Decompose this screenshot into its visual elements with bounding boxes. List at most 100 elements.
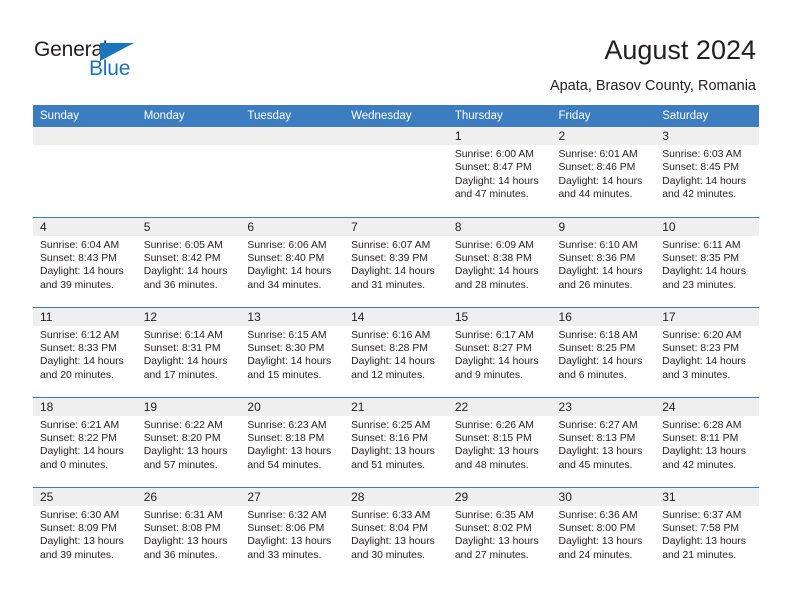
day-detail-line: Sunrise: 6:22 AM bbox=[143, 419, 223, 431]
calendar-day-cell[interactable]: 12 Sunrise: 6:14 AM Sunset: 8:31 PM Dayligh… bbox=[136, 306, 241, 397]
calendar-day-cell[interactable]: 13 Sunrise: 6:15 AM Sunset: 8:30 PM Dayligh… bbox=[240, 306, 345, 397]
day-number: 20 bbox=[240, 397, 345, 416]
day-detail-line: Daylight: 13 hours bbox=[40, 536, 124, 548]
day-detail-line: Sunset: 8:39 PM bbox=[351, 252, 428, 264]
day-detail-line: Sunset: 8:16 PM bbox=[351, 432, 428, 444]
calendar-day-cell[interactable]: 21 Sunrise: 6:25 AM Sunset: 8:16 PM Dayligh… bbox=[344, 396, 448, 487]
calendar-day-cell[interactable]: 31 Sunrise: 6:37 AM Sunset: 7:58 PM Dayligh… bbox=[655, 486, 759, 577]
day-detail-line: and 27 minutes. bbox=[454, 549, 529, 561]
day-detail-line: and 15 minutes. bbox=[247, 369, 322, 381]
calendar-day-cell[interactable]: 25 Sunrise: 6:30 AM Sunset: 8:09 PM Dayligh… bbox=[33, 486, 137, 577]
day-detail-line: Daylight: 14 hours bbox=[662, 356, 746, 368]
day-detail-line: Sunrise: 6:32 AM bbox=[247, 509, 327, 521]
calendar-day-cell[interactable]: 16 Sunrise: 6:18 AM Sunset: 8:25 PM Dayligh… bbox=[551, 306, 656, 397]
calendar-day-cell[interactable]: 7 Sunrise: 6:07 AM Sunset: 8:39 PM Daylight… bbox=[344, 216, 448, 307]
day-details: Sunrise: 6:23 AM Sunset: 8:18 PM Daylight:… bbox=[240, 416, 344, 473]
day-number bbox=[33, 127, 137, 145]
calendar-day-cell[interactable]: 27 Sunrise: 6:32 AM Sunset: 8:06 PM Dayligh… bbox=[240, 486, 345, 577]
day-details: Sunrise: 6:11 AM Sunset: 8:35 PM Daylight:… bbox=[655, 236, 759, 293]
day-number: 18 bbox=[33, 397, 137, 416]
calendar-body: 1 Sunrise: 6:00 AM Sunset: 8:47 PM Daylight… bbox=[33, 127, 759, 577]
day-number: 15 bbox=[447, 307, 552, 326]
calendar-week-row: 4 Sunrise: 6:04 AM Sunset: 8:43 PM Daylight… bbox=[33, 216, 759, 307]
day-number bbox=[136, 127, 241, 145]
day-detail-line: Sunset: 8:47 PM bbox=[454, 162, 532, 174]
calendar-day-cell[interactable]: 22 Sunrise: 6:26 AM Sunset: 8:15 PM Dayligh… bbox=[447, 396, 552, 487]
day-number: 30 bbox=[551, 487, 656, 506]
calendar-day-cell[interactable]: 14 Sunrise: 6:16 AM Sunset: 8:28 PM Dayligh… bbox=[344, 306, 448, 397]
calendar-day-cell[interactable]: 28 Sunrise: 6:33 AM Sunset: 8:04 PM Dayligh… bbox=[344, 486, 448, 577]
calendar-day-cell[interactable]: 29 Sunrise: 6:35 AM Sunset: 8:02 PM Dayligh… bbox=[447, 486, 552, 577]
calendar-day-cell[interactable]: 19 Sunrise: 6:22 AM Sunset: 8:20 PM Dayligh… bbox=[136, 396, 241, 487]
calendar-day-cell[interactable]: 18 Sunrise: 6:21 AM Sunset: 8:22 PM Dayligh… bbox=[33, 396, 137, 487]
page-header: General Blue August 2024 Apata, Brasov C… bbox=[0, 0, 792, 100]
day-detail-line: and 57 minutes. bbox=[143, 459, 218, 471]
day-detail-line: Daylight: 14 hours bbox=[40, 266, 124, 278]
calendar-day-cell[interactable]: 6 Sunrise: 6:06 AM Sunset: 8:40 PM Daylight… bbox=[240, 216, 345, 307]
calendar-day-cell[interactable]: 17 Sunrise: 6:20 AM Sunset: 8:23 PM Dayligh… bbox=[655, 306, 759, 397]
day-detail-line: and 6 minutes. bbox=[558, 369, 627, 381]
day-detail-line: Sunrise: 6:04 AM bbox=[40, 239, 120, 251]
day-number: 4 bbox=[33, 217, 137, 236]
day-detail-line: and 47 minutes. bbox=[454, 189, 529, 201]
day-number: 7 bbox=[344, 217, 448, 236]
day-detail-line: Sunset: 8:02 PM bbox=[454, 522, 532, 534]
day-detail-line: Sunset: 8:06 PM bbox=[247, 522, 325, 534]
day-detail-line: Sunset: 8:33 PM bbox=[40, 342, 117, 354]
generalblue-logo[interactable]: General Blue bbox=[34, 38, 174, 84]
day-detail-line: and 9 minutes. bbox=[454, 369, 523, 381]
calendar-header-row: Sunday Monday Tuesday Wednesday Thursday… bbox=[33, 105, 759, 127]
calendar-day-cell[interactable]: 8 Sunrise: 6:09 AM Sunset: 8:38 PM Daylight… bbox=[447, 216, 552, 307]
calendar-day-cell[interactable]: 5 Sunrise: 6:05 AM Sunset: 8:42 PM Daylight… bbox=[136, 216, 241, 307]
weekday-header-friday: Friday bbox=[551, 105, 656, 127]
day-detail-line: Sunrise: 6:09 AM bbox=[454, 239, 534, 251]
day-detail-line: Sunset: 8:11 PM bbox=[662, 432, 739, 444]
day-detail-line: Sunrise: 6:35 AM bbox=[454, 509, 534, 521]
day-detail-line: and 31 minutes. bbox=[351, 279, 426, 291]
day-detail-line: Daylight: 14 hours bbox=[247, 266, 332, 278]
day-detail-line: Daylight: 14 hours bbox=[454, 175, 539, 187]
day-number: 2 bbox=[551, 127, 656, 145]
day-number: 10 bbox=[655, 217, 759, 236]
day-number: 16 bbox=[551, 307, 656, 326]
calendar-day-cell[interactable]: 9 Sunrise: 6:10 AM Sunset: 8:36 PM Daylight… bbox=[551, 216, 656, 307]
day-detail-line: Sunrise: 6:18 AM bbox=[558, 329, 638, 341]
day-details: Sunrise: 6:05 AM Sunset: 8:42 PM Daylight:… bbox=[137, 236, 241, 293]
day-detail-line: Daylight: 13 hours bbox=[558, 536, 643, 548]
day-detail-line: Sunrise: 6:21 AM bbox=[40, 419, 120, 431]
day-detail-line: Sunset: 8:31 PM bbox=[143, 342, 221, 354]
day-detail-line: Sunrise: 6:15 AM bbox=[247, 329, 327, 341]
day-detail-line: Daylight: 13 hours bbox=[247, 536, 332, 548]
day-detail-line: Sunrise: 6:14 AM bbox=[143, 329, 223, 341]
calendar-table: Sunday Monday Tuesday Wednesday Thursday… bbox=[33, 105, 759, 577]
day-number: 27 bbox=[240, 487, 345, 506]
calendar-day-cell[interactable]: 15 Sunrise: 6:17 AM Sunset: 8:27 PM Dayligh… bbox=[447, 306, 552, 397]
day-detail-line: Sunrise: 6:12 AM bbox=[40, 329, 120, 341]
day-detail-line: Sunset: 8:40 PM bbox=[247, 252, 325, 264]
weekday-header-tuesday: Tuesday bbox=[240, 105, 345, 127]
day-number bbox=[240, 127, 345, 145]
calendar-day-cell[interactable]: 26 Sunrise: 6:31 AM Sunset: 8:08 PM Dayligh… bbox=[136, 486, 241, 577]
calendar-day-cell[interactable]: 11 Sunrise: 6:12 AM Sunset: 8:33 PM Dayligh… bbox=[33, 306, 137, 397]
day-details: Sunrise: 6:32 AM Sunset: 8:06 PM Daylight:… bbox=[240, 506, 344, 563]
day-detail-line: and 12 minutes. bbox=[351, 369, 426, 381]
calendar-day-cell[interactable]: 10 Sunrise: 6:11 AM Sunset: 8:35 PM Dayligh… bbox=[655, 216, 759, 307]
day-details: Sunrise: 6:37 AM Sunset: 7:58 PM Daylight:… bbox=[655, 506, 759, 563]
calendar-day-cell[interactable]: 3 Sunrise: 6:03 AM Sunset: 8:45 PM Daylight… bbox=[655, 127, 759, 217]
calendar-day-cell[interactable]: 20 Sunrise: 6:23 AM Sunset: 8:18 PM Dayligh… bbox=[240, 396, 345, 487]
day-detail-line: and 26 minutes. bbox=[558, 279, 633, 291]
calendar-day-cell[interactable]: 4 Sunrise: 6:04 AM Sunset: 8:43 PM Daylight… bbox=[33, 216, 137, 307]
day-detail-line: Daylight: 13 hours bbox=[143, 446, 228, 458]
day-detail-line: and 24 minutes. bbox=[558, 549, 633, 561]
calendar-day-cell[interactable]: 24 Sunrise: 6:28 AM Sunset: 8:11 PM Dayligh… bbox=[655, 396, 759, 487]
calendar-day-cell[interactable]: 23 Sunrise: 6:27 AM Sunset: 8:13 PM Dayligh… bbox=[551, 396, 656, 487]
calendar-empty-cell bbox=[344, 127, 448, 217]
day-details: Sunrise: 6:07 AM Sunset: 8:39 PM Daylight:… bbox=[344, 236, 448, 293]
calendar-day-cell[interactable]: 1 Sunrise: 6:00 AM Sunset: 8:47 PM Daylight… bbox=[447, 127, 552, 217]
calendar-empty-cell bbox=[33, 127, 137, 217]
calendar-day-cell[interactable]: 30 Sunrise: 6:36 AM Sunset: 8:00 PM Dayligh… bbox=[551, 486, 656, 577]
calendar-day-cell[interactable]: 2 Sunrise: 6:01 AM Sunset: 8:46 PM Daylight… bbox=[551, 127, 656, 217]
day-detail-line: Sunset: 8:04 PM bbox=[351, 522, 428, 534]
day-detail-line: Daylight: 14 hours bbox=[143, 356, 228, 368]
day-detail-line: Sunrise: 6:16 AM bbox=[351, 329, 431, 341]
